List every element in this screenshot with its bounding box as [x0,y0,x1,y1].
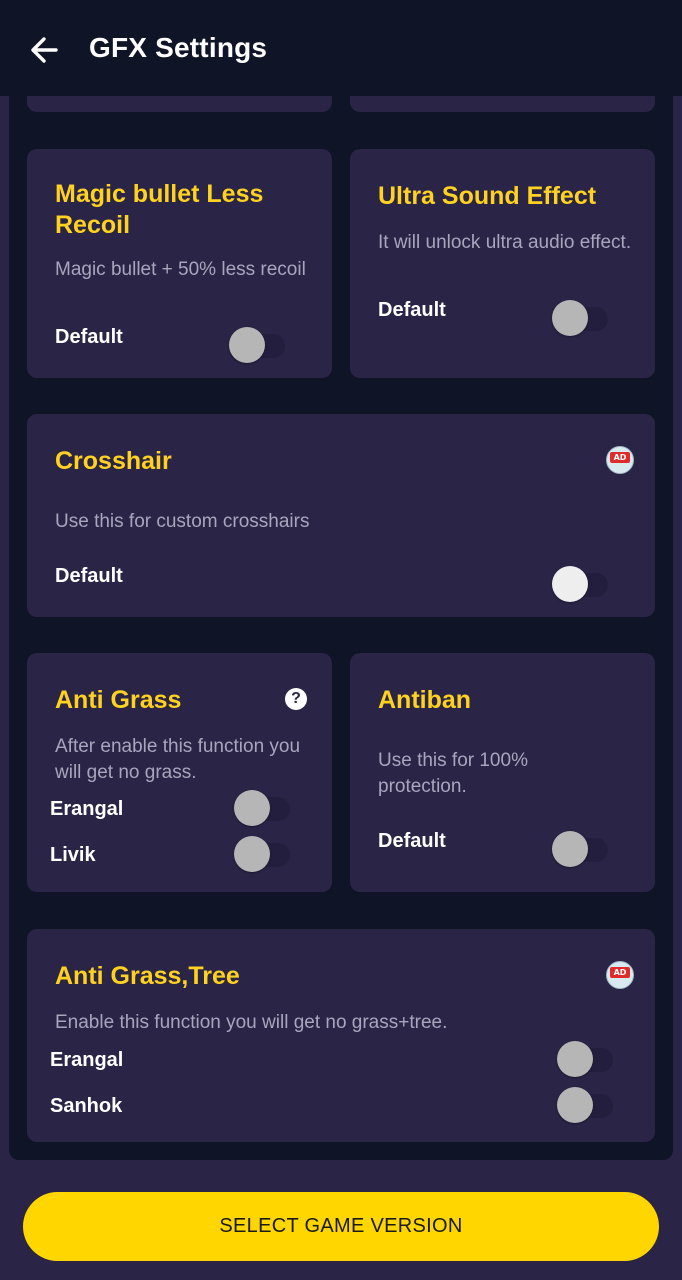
antiban-toggle[interactable] [552,831,610,869]
anti-grass-tree-sanhok-toggle[interactable] [557,1087,615,1125]
setting-card-magic-bullet: Magic bullet Less Recoil Magic bullet + … [27,149,332,378]
card-label: Default [55,565,123,587]
setting-card-anti-grass-tree: Anti Grass,Tree AD Enable this function … [27,929,655,1142]
settings-list[interactable]: Magic bullet Less Recoil Magic bullet + … [9,96,673,1160]
back-arrow-icon[interactable] [26,30,66,70]
setting-card-anti-grass: Anti Grass ? After enable this function … [27,653,332,892]
ultra-sound-toggle[interactable] [552,300,610,338]
map-label-erangal: Erangal [50,1049,124,1071]
magic-bullet-toggle[interactable] [229,327,287,365]
card-title: Magic bullet Less Recoil [55,180,264,239]
help-icon[interactable]: ? [285,688,307,710]
card-label: Default [55,326,123,348]
ad-badge-icon: AD [606,961,634,989]
setting-card-partial-right [350,96,655,112]
card-title: Crosshair [55,447,172,475]
card-title: Anti Grass [55,686,182,714]
anti-grass-livik-toggle[interactable] [234,836,292,874]
map-label-erangal: Erangal [50,798,124,820]
select-game-version-button[interactable]: SELECT GAME VERSION [23,1192,659,1261]
card-label: Default [378,299,446,321]
card-title: Antiban [378,686,472,714]
anti-grass-erangal-toggle[interactable] [234,790,292,828]
card-description: Enable this function you will get no gra… [55,1012,448,1033]
crosshair-toggle[interactable] [552,566,610,604]
anti-grass-tree-erangal-toggle[interactable] [557,1041,615,1079]
card-description: Magic bullet + 50% less recoil [55,259,306,280]
setting-card-ultra-sound: Ultra Sound Effect It will unlock ultra … [350,149,655,378]
card-description: Use this for 100% protection. [378,750,528,797]
app-bar: GFX Settings [0,0,682,96]
setting-card-partial-left [27,96,332,112]
card-description: It will unlock ultra audio effect. [378,232,632,253]
card-label: Default [378,830,446,852]
card-title: Anti Grass,Tree [55,962,240,990]
ad-badge-icon: AD [606,446,634,474]
card-description: After enable this function you will get … [55,736,301,783]
setting-card-crosshair: Crosshair AD Use this for custom crossha… [27,414,655,617]
map-label-sanhok: Sanhok [50,1095,123,1117]
map-label-livik: Livik [50,844,96,866]
card-title: Ultra Sound Effect [378,182,597,210]
page-title: GFX Settings [89,32,268,63]
card-description: Use this for custom crosshairs [55,511,310,532]
setting-card-antiban: Antiban Use this for 100% protection. De… [350,653,655,892]
